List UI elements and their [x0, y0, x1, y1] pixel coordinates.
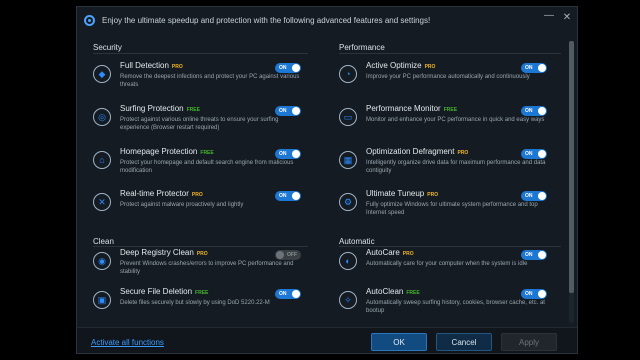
feature-secure-file-deletion: ▣ Secure File Deletion FREE Delete files …	[93, 287, 301, 325]
minimize-button[interactable]: —	[543, 11, 555, 21]
section-divider	[339, 53, 561, 54]
registry-icon: ◉	[93, 252, 111, 270]
feature-optimization-defragment: ▦ Optimization Defragment PRO Intelligent…	[339, 147, 547, 185]
realtime-protector-toggle[interactable]: ON	[275, 191, 301, 201]
performance-monitor-toggle[interactable]: ON	[521, 106, 547, 116]
pro-badge: PRO	[196, 251, 208, 257]
feature-description: Intelligently organize drive data for ma…	[366, 160, 546, 174]
settings-window: Enjoy the ultimate speedup and protectio…	[76, 6, 578, 354]
feature-description: Monitor and enhance your PC performance …	[366, 117, 545, 123]
pro-badge: PRO	[191, 192, 203, 198]
section-title-security: Security	[93, 43, 122, 52]
free-badge: FREE	[406, 290, 420, 296]
delete-file-icon: ▣	[93, 291, 111, 309]
feature-performance-monitor: ▭ Performance Monitor FREE Monitor and en…	[339, 104, 547, 142]
feature-realtime-protector: ✕ Real-time Protector PRO Protect against…	[93, 189, 301, 227]
pro-badge: PRO	[424, 64, 436, 70]
feature-name: Surfing Protection	[120, 104, 184, 113]
free-badge: FREE	[443, 107, 458, 113]
surfing-protection-toggle[interactable]: ON	[275, 106, 301, 116]
feature-name: Homepage Protection	[120, 147, 198, 156]
feature-description: Delete files securely but slowly by usin…	[120, 300, 270, 306]
feature-description: Automatically sweep surfing history, coo…	[366, 300, 545, 314]
section-divider	[93, 53, 308, 54]
feature-full-detection: ◆ Full Detection PRO Remove the deepest i…	[93, 61, 301, 99]
scrollbar[interactable]	[569, 41, 574, 323]
free-badge: FREE	[200, 150, 214, 156]
speedometer-icon: ◔	[339, 65, 357, 83]
feature-description: Prevent Windows crashes/errors to improv…	[120, 261, 294, 275]
shield-icon: ◆	[93, 65, 111, 83]
feature-name: Performance Monitor	[366, 104, 441, 113]
scrollbar-thumb[interactable]	[569, 41, 574, 293]
autoclean-toggle[interactable]: ON	[521, 289, 547, 299]
feature-name: AutoClean	[366, 287, 404, 296]
cancel-button[interactable]: Cancel	[436, 333, 492, 351]
ok-button[interactable]: OK	[371, 333, 427, 351]
feature-name: Full Detection	[120, 61, 169, 70]
deep-registry-clean-toggle[interactable]: OFF	[275, 250, 301, 260]
autocare-icon: ◐	[339, 252, 357, 270]
apply-button[interactable]: Apply	[501, 333, 557, 351]
feature-name: Active Optimize	[366, 61, 422, 70]
feature-name: Deep Registry Clean	[120, 248, 194, 257]
pro-badge: PRO	[427, 192, 439, 198]
tuneup-icon: ⚙	[339, 193, 357, 211]
active-optimize-toggle[interactable]: ON	[521, 63, 547, 73]
feature-description: Protect your homepage and default search…	[120, 160, 294, 174]
feature-description: Fully optimize Windows for ultimate syst…	[366, 202, 538, 216]
globe-icon: ◎	[93, 108, 111, 126]
window-title: Enjoy the ultimate speedup and protectio…	[102, 15, 431, 25]
feature-description: Protect against malware proactively and …	[120, 202, 244, 208]
section-title-automatic: Automatic	[339, 237, 375, 246]
monitor-icon: ▭	[339, 108, 357, 126]
feature-name: Real-time Protector	[120, 189, 189, 198]
secure-file-deletion-toggle[interactable]: ON	[275, 289, 301, 299]
free-badge: FREE	[195, 290, 209, 296]
feature-description: Automatically care for your computer whe…	[366, 261, 528, 267]
homepage-protection-toggle[interactable]: ON	[275, 149, 301, 159]
feature-deep-registry-clean: ◉ Deep Registry Clean PRO Prevent Windows…	[93, 248, 301, 286]
activate-all-link[interactable]: Activate all functions	[91, 338, 164, 347]
feature-name: Optimization Defragment	[366, 147, 455, 156]
section-title-clean: Clean	[93, 237, 114, 246]
defragment-icon: ▦	[339, 151, 357, 169]
feature-description: Protect against various online threats t…	[120, 117, 279, 131]
feature-name: Secure File Deletion	[120, 287, 193, 296]
full-detection-toggle[interactable]: ON	[275, 63, 301, 73]
ultimate-tuneup-toggle[interactable]: ON	[521, 191, 547, 201]
pro-badge: PRO	[402, 251, 414, 257]
feature-name: AutoCare	[366, 248, 400, 257]
close-button[interactable]: ✕	[561, 13, 573, 23]
feature-description: Remove the deepest infections and protec…	[120, 74, 300, 88]
section-divider	[339, 246, 561, 247]
home-icon: ⌂	[93, 151, 111, 169]
feature-active-optimize: ◔ Active Optimize PRO Improve your PC per…	[339, 61, 547, 99]
title-bar: Enjoy the ultimate speedup and protectio…	[77, 7, 577, 33]
footer: Activate all functions OK Cancel Apply	[77, 327, 577, 353]
free-badge: FREE	[186, 107, 200, 113]
autoclean-icon: ✧	[339, 291, 357, 309]
feature-homepage-protection: ⌂ Homepage Protection FREE Protect your h…	[93, 147, 301, 185]
optimization-defragment-toggle[interactable]: ON	[521, 149, 547, 159]
section-divider	[93, 246, 308, 247]
section-title-performance: Performance	[339, 43, 385, 52]
app-logo-icon	[84, 14, 95, 26]
feature-autocare: ◐ AutoCare PRO Automatically care for you…	[339, 248, 547, 286]
feature-autoclean: ✧ AutoClean FREE Automatically sweep surf…	[339, 287, 547, 325]
autocare-toggle[interactable]: ON	[521, 250, 547, 260]
realtime-icon: ✕	[93, 193, 111, 211]
feature-ultimate-tuneup: ⚙ Ultimate Tuneup PRO Fully optimize Wind…	[339, 189, 547, 227]
pro-badge: PRO	[171, 64, 183, 70]
pro-badge: PRO	[457, 150, 469, 156]
feature-surfing-protection: ◎ Surfing Protection FREE Protect against…	[93, 104, 301, 142]
feature-description: Improve your PC performance automaticall…	[366, 74, 530, 80]
feature-name: Ultimate Tuneup	[366, 189, 425, 198]
